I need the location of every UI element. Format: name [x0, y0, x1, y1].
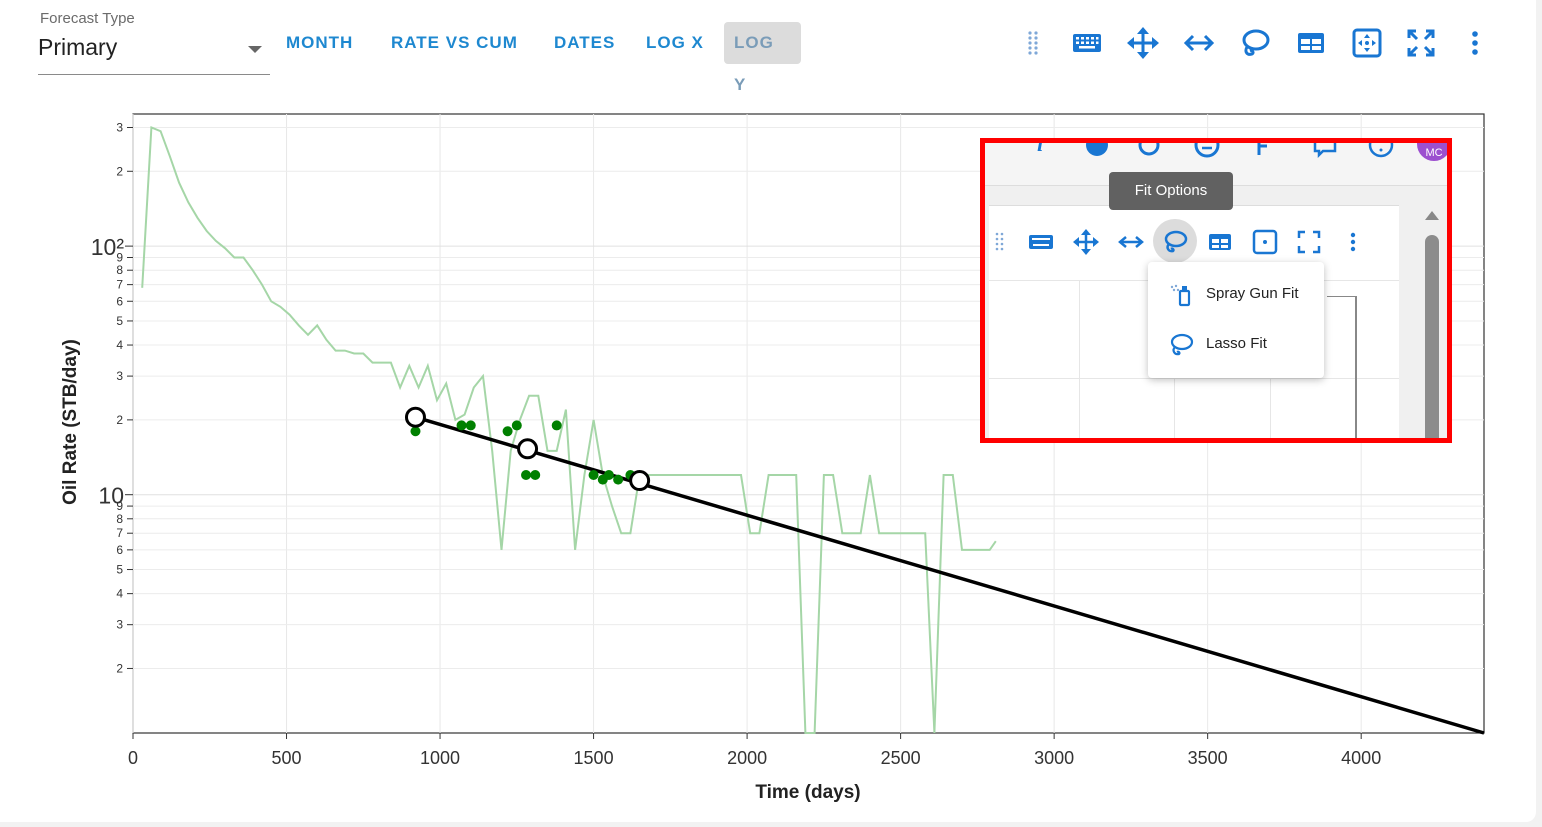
fit-options-menu: Spray Gun Fit Lasso Fit	[1148, 262, 1324, 378]
selected-data-point	[521, 470, 532, 481]
inset-scrollbar[interactable]	[1425, 211, 1439, 438]
zoom-select-icon[interactable]	[1251, 228, 1279, 256]
selected-data-point	[511, 420, 522, 431]
x-tick-label: 1000	[420, 748, 460, 768]
flag-icon[interactable]	[1249, 143, 1277, 159]
horizontal-arrows-icon[interactable]	[1117, 228, 1145, 256]
help-icon[interactable]	[1367, 143, 1395, 159]
y-tick-label: 4	[116, 338, 123, 352]
y-tick-label: 7	[116, 278, 123, 292]
y-tick-label: 2	[116, 661, 123, 675]
x-tick-label: 2000	[727, 748, 767, 768]
y-tick-label: 6	[116, 543, 123, 557]
scroll-up-icon[interactable]	[1425, 211, 1439, 220]
selected-data-point	[410, 426, 421, 437]
x-tick-label: 1500	[574, 748, 614, 768]
y-tick-label: 2	[116, 413, 123, 427]
y-tick-label: 7	[116, 526, 123, 540]
y-tick-label: 5	[116, 314, 123, 328]
pan-icon[interactable]	[1072, 228, 1100, 256]
x-tick-label: 3500	[1188, 748, 1228, 768]
x-tick-label: 0	[128, 748, 138, 768]
x-axis-label: Time (days)	[755, 782, 860, 803]
fit-handle[interactable]	[629, 470, 651, 492]
y-tick-label: 10²	[91, 234, 125, 260]
italic-icon[interactable]: i	[1027, 138, 1055, 159]
account-icon[interactable]	[1193, 143, 1221, 159]
selected-data-point	[588, 470, 599, 481]
x-tick-label: 2500	[881, 748, 921, 768]
fit-handle[interactable]	[517, 438, 539, 460]
selected-data-point	[530, 470, 541, 481]
link-icon[interactable]	[1135, 143, 1163, 159]
y-tick-label: 3	[116, 121, 123, 135]
lasso-icon[interactable]	[1161, 228, 1189, 256]
selected-data-point	[613, 474, 624, 485]
y-tick-label: 4	[116, 587, 123, 601]
drag-handle-icon[interactable]	[987, 228, 1015, 256]
y-axis-label: Oil Rate (STB/day)	[60, 339, 81, 505]
fit-options-tooltip: Fit Options	[1109, 172, 1233, 210]
table-icon[interactable]	[1206, 228, 1234, 256]
y-tick-label: 3	[116, 618, 123, 632]
globe-icon[interactable]	[1083, 143, 1111, 159]
lasso-fit-label: Lasso Fit	[1206, 335, 1267, 352]
svg-text:i: i	[1037, 138, 1044, 156]
avatar[interactable]: MC	[1417, 143, 1447, 161]
spray-gun-icon	[1168, 282, 1194, 308]
fullscreen-icon[interactable]	[1295, 228, 1323, 256]
y-tick-label: 8	[116, 263, 123, 277]
keyboard-icon[interactable]	[1027, 228, 1055, 256]
x-tick-label: 500	[271, 748, 301, 768]
y-tick-label: 5	[116, 563, 123, 577]
selected-data-point	[502, 426, 513, 437]
y-tick-label: 10	[98, 483, 124, 509]
y-tick-label: 8	[116, 512, 123, 526]
more-vert-icon[interactable]	[1339, 228, 1367, 256]
spray-gun-fit-item[interactable]: Spray Gun Fit	[1148, 272, 1324, 316]
selected-data-point	[465, 420, 476, 431]
y-tick-label: 2	[116, 164, 123, 178]
lasso-icon	[1168, 332, 1194, 358]
x-tick-label: 3000	[1034, 748, 1074, 768]
selected-data-point	[551, 420, 562, 431]
x-tick-label: 4000	[1341, 748, 1381, 768]
lasso-fit-item[interactable]: Lasso Fit	[1148, 322, 1324, 366]
feedback-icon[interactable]	[1311, 143, 1339, 159]
selected-data-point	[456, 420, 467, 431]
selected-data-point	[603, 470, 614, 481]
y-tick-label: 3	[116, 369, 123, 383]
spray-gun-fit-label: Spray Gun Fit	[1206, 285, 1299, 302]
scroll-thumb[interactable]	[1425, 235, 1439, 438]
fit-handle[interactable]	[404, 406, 426, 428]
y-tick-label: 6	[116, 294, 123, 308]
